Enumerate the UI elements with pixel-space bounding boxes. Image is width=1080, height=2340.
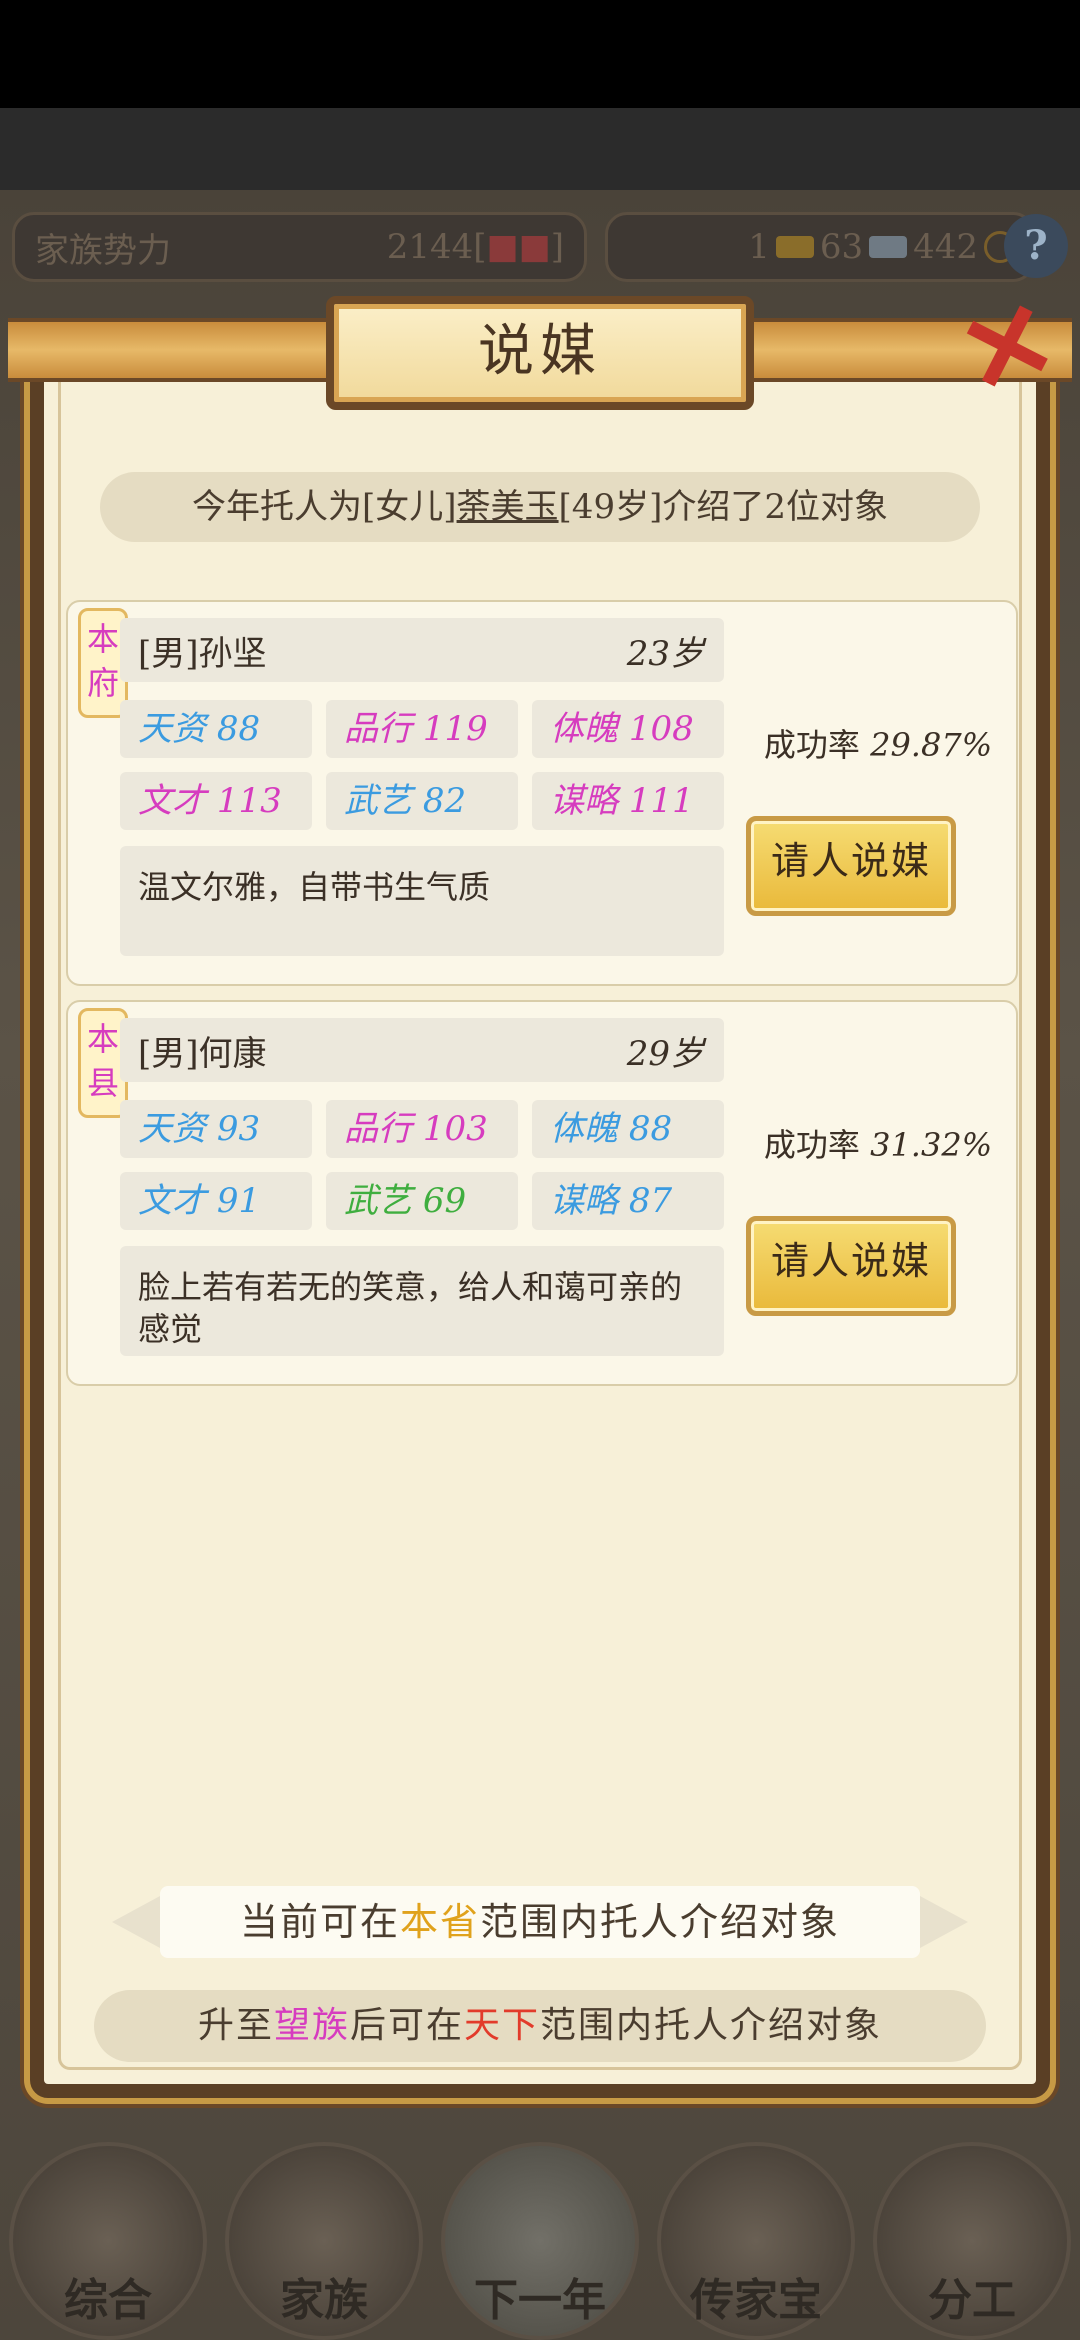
clan-rank-highlight: 望族	[273, 2005, 350, 2046]
nav-assignment[interactable]: 分工	[873, 2142, 1071, 2340]
status-bar	[0, 0, 1080, 108]
upgrade-hint: 升至望族后可在天下范围内托人介绍对象	[94, 1990, 986, 2062]
stat-value: 82	[422, 781, 467, 821]
candidate-namebar: [男]孙坚 23岁	[120, 618, 724, 682]
gold-count: 1	[748, 227, 770, 267]
stat-value: 108	[628, 709, 694, 749]
stat-strategy: 谋略 87	[532, 1172, 724, 1230]
nav-family[interactable]: 家族	[225, 2142, 423, 2340]
stat-literary: 文才 113	[120, 772, 312, 830]
matchmake-button[interactable]: 请人说媒	[746, 816, 956, 916]
intro-text: 今年托人为[女儿]荼美玉[49岁]介绍了2位对象	[100, 472, 980, 542]
stat-value: 111	[628, 781, 694, 821]
candidate-name: [男]孙坚	[138, 633, 267, 674]
stat-label: 谋略	[550, 781, 629, 821]
coin-count: 442	[913, 227, 978, 267]
stat-literary: 文才 91	[120, 1172, 312, 1230]
stat-value: 69	[422, 1181, 467, 1221]
help-button[interactable]: ?	[1004, 214, 1068, 278]
gold-ingot-icon	[775, 236, 814, 258]
nav-label: 家族	[280, 2275, 368, 2326]
nav-overview[interactable]: 综合	[9, 2142, 207, 2340]
silver-count: 63	[819, 227, 864, 267]
stat-label: 品行	[344, 709, 423, 749]
candidate-description: 温文尔雅，自带书生气质	[120, 846, 724, 956]
stat-value: 119	[422, 709, 488, 749]
stat-talent: 天资 88	[120, 700, 312, 758]
nav-next-year[interactable]: 下一年	[441, 2142, 639, 2340]
stat-physique: 体魄 88	[532, 1100, 724, 1158]
scope-world-highlight: 天下	[464, 2005, 541, 2046]
candidate-namebar: [男]何康 29岁	[120, 1018, 724, 1082]
stat-label: 天资	[138, 709, 217, 749]
matchmake-button[interactable]: 请人说媒	[746, 1216, 956, 1316]
stat-strategy: 谋略 111	[532, 772, 724, 830]
top-strip	[0, 108, 1080, 190]
stat-physique: 体魄 108	[532, 700, 724, 758]
stat-value: 87	[628, 1181, 673, 1221]
stat-value: 113	[216, 781, 282, 821]
nav-label: 综合	[64, 2275, 152, 2326]
silver-ingot-icon	[869, 236, 908, 258]
daughter-name[interactable]: 荼美玉	[457, 487, 559, 527]
stat-conduct: 品行 119	[326, 700, 518, 758]
success-rate: 成功率 29.87%	[763, 726, 993, 764]
nav-label: 传家宝	[690, 2275, 822, 2326]
stat-label: 天资	[138, 1109, 217, 1149]
family-power-bar: 家族势力 2144[■■]	[12, 212, 587, 282]
stat-value: 93	[216, 1109, 261, 1149]
stat-value: 88	[628, 1109, 673, 1149]
stat-talent: 天资 93	[120, 1100, 312, 1158]
stat-label: 武艺	[344, 781, 423, 821]
candidate-age: 23岁	[626, 633, 704, 674]
stat-label: 体魄	[550, 1109, 629, 1149]
nav-label: 下一年	[474, 2275, 606, 2326]
success-rate: 成功率 31.32%	[763, 1126, 993, 1164]
stat-martial: 武艺 82	[326, 772, 518, 830]
stat-label: 文才	[138, 1181, 217, 1221]
candidate-card: 本 县 [男]何康 29岁 天资 93 品行 103 体魄 88 文才 91 武…	[66, 1000, 1018, 1386]
stat-value: 103	[422, 1109, 488, 1149]
candidate-age: 29岁	[626, 1033, 704, 1074]
bottom-nav: 综合 家族 下一年 传家宝 分工	[0, 2130, 1080, 2340]
stat-label: 体魄	[550, 709, 629, 749]
stat-martial: 武艺 69	[326, 1172, 518, 1230]
stat-value: 88	[216, 709, 261, 749]
stat-conduct: 品行 103	[326, 1100, 518, 1158]
candidate-name: [男]何康	[138, 1033, 267, 1074]
currency-bar: 1 63 442	[605, 212, 1035, 282]
stat-value: 91	[216, 1181, 261, 1221]
stat-label: 武艺	[344, 1181, 423, 1221]
scope-banner: 当前可在本省范围内托人介绍对象	[112, 1886, 968, 1958]
nav-heirloom[interactable]: 传家宝	[657, 2142, 855, 2340]
scope-highlight: 本省	[399, 1900, 480, 1944]
family-power-value: 2144[■■]	[386, 227, 564, 267]
candidate-description: 脸上若有若无的笑意，给人和蔼可亲的感觉	[120, 1246, 724, 1356]
nav-label: 分工	[928, 2275, 1016, 2326]
candidate-card: 本 府 [男]孙坚 23岁 天资 88 品行 119 体魄 108 文才 113…	[66, 600, 1018, 986]
stat-label: 谋略	[550, 1181, 629, 1221]
stat-label: 品行	[344, 1109, 423, 1149]
dialog-title: 说媒	[326, 296, 754, 410]
stat-label: 文才	[138, 781, 217, 821]
family-power-label: 家族势力	[35, 230, 171, 271]
